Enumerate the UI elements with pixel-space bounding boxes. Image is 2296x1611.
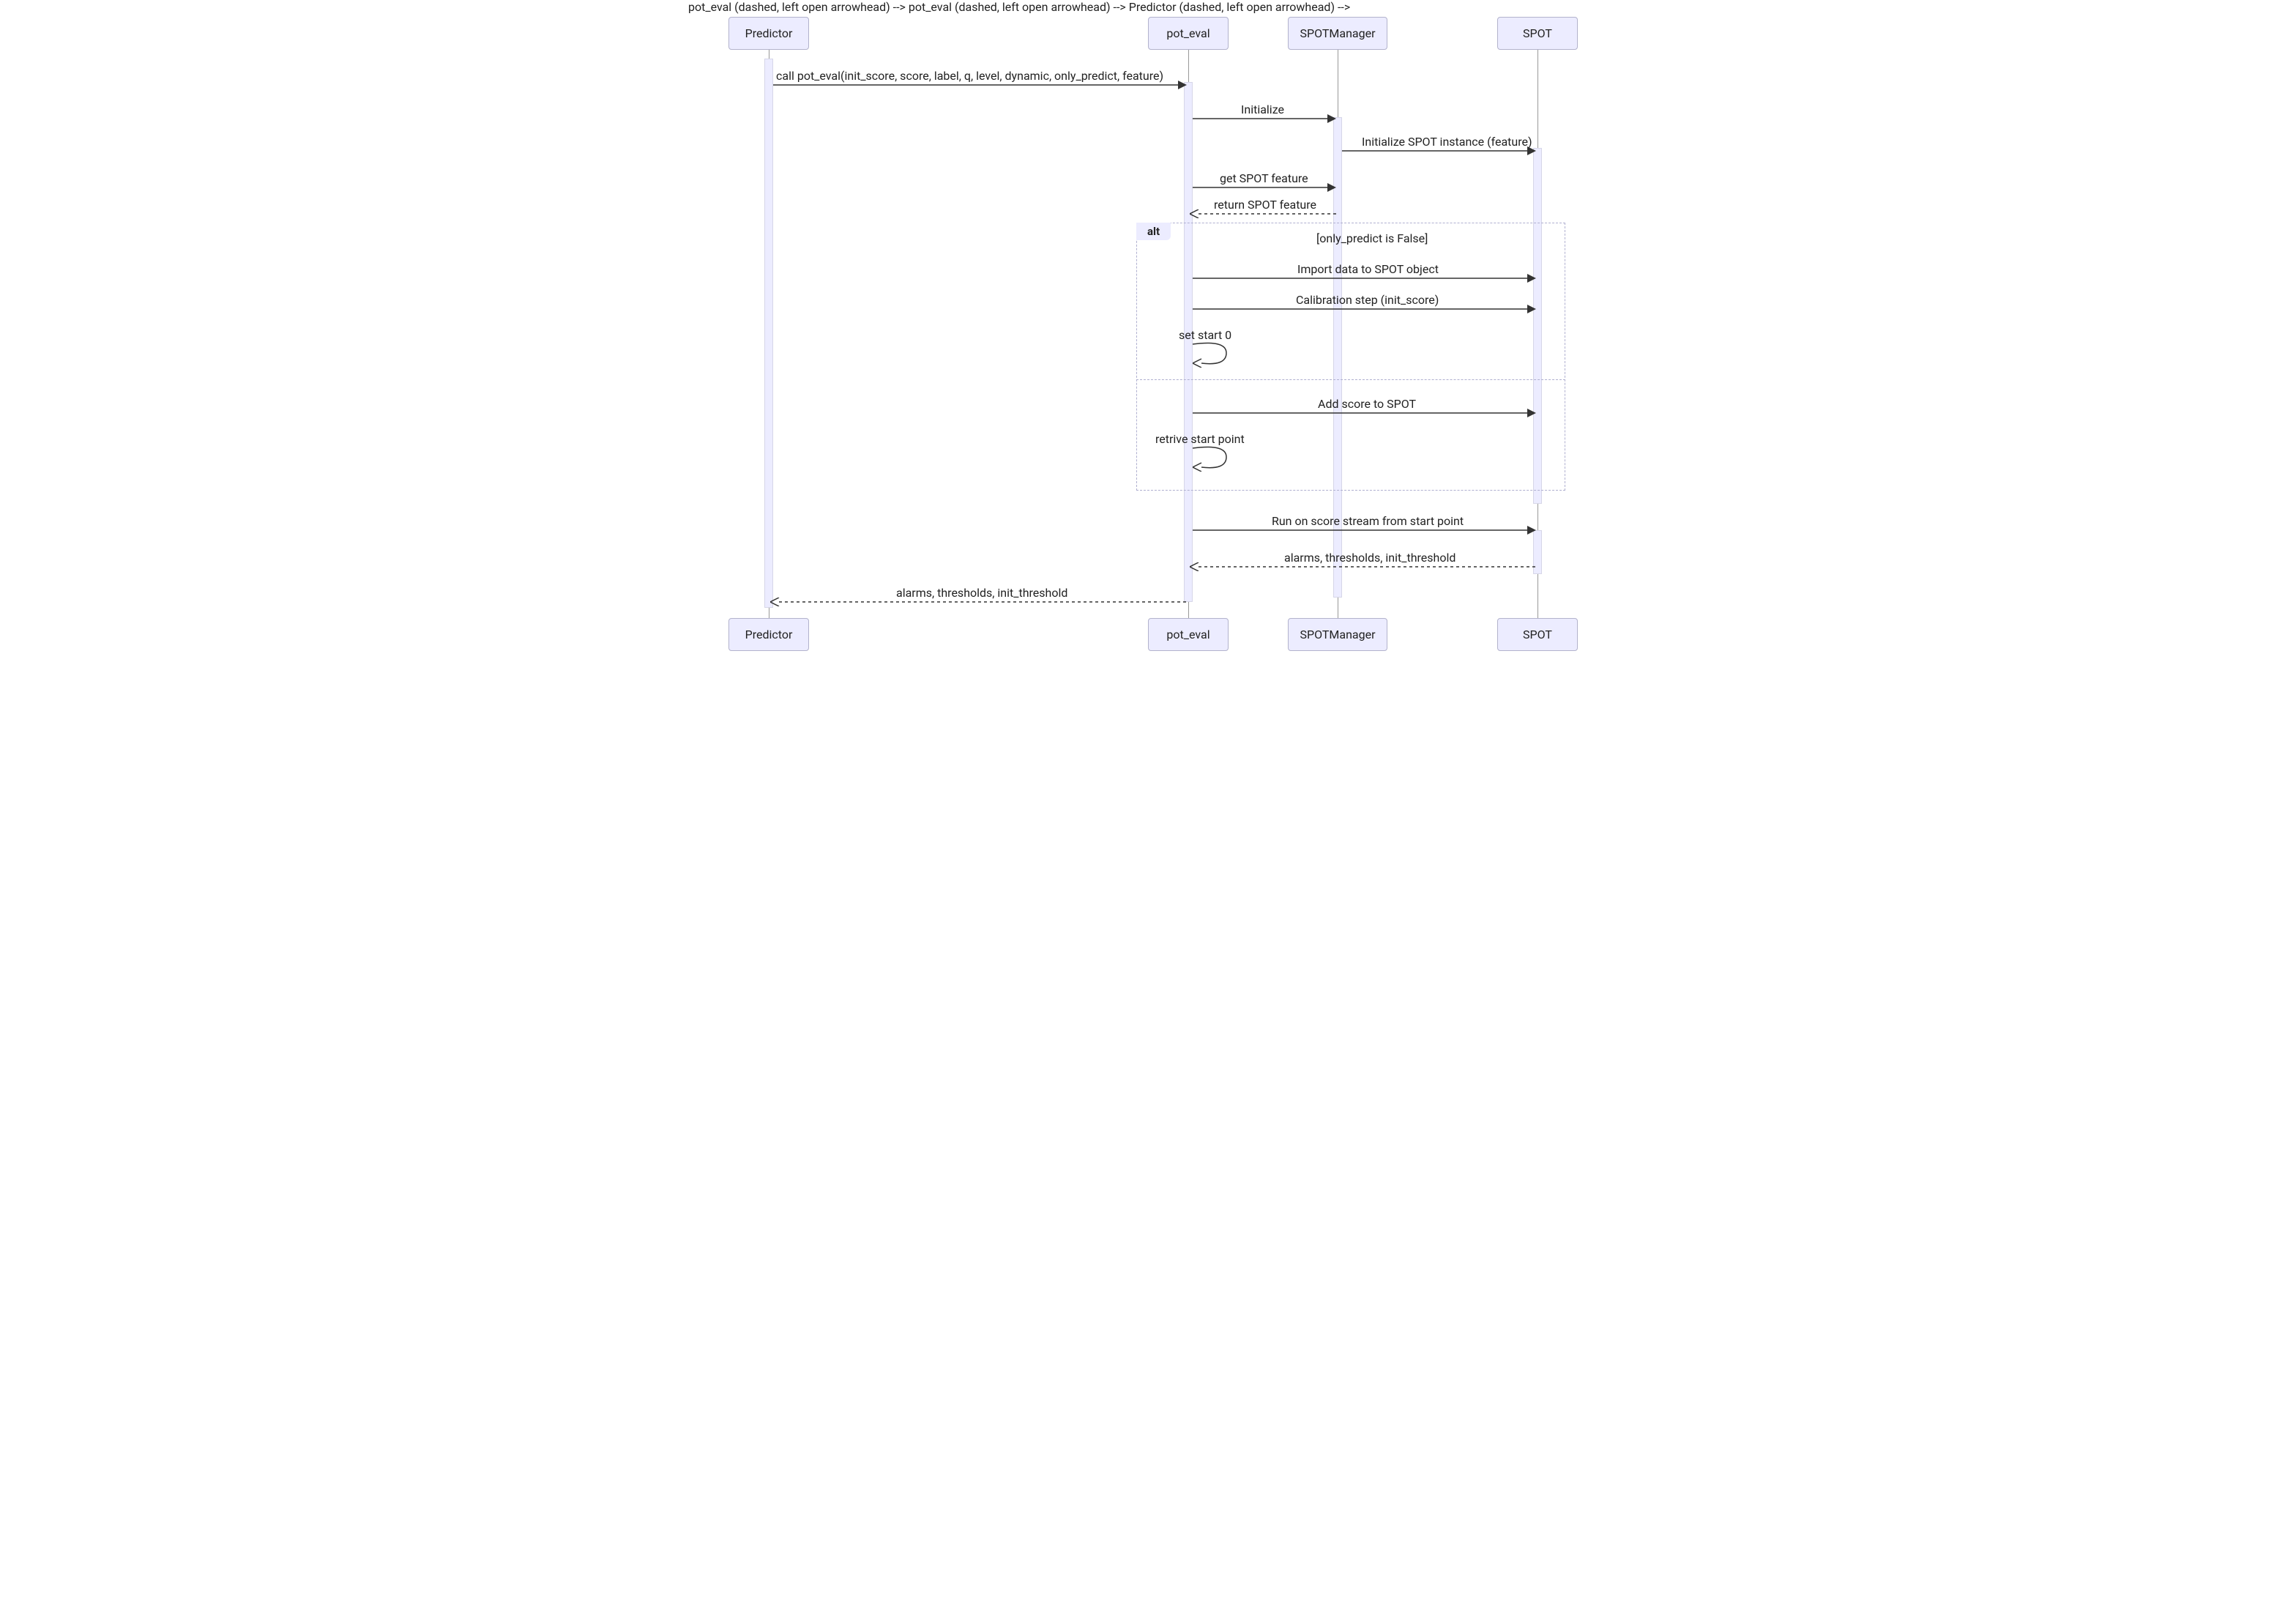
msg-call-pot-eval: call pot_eval(init_score, score, label, … [776,69,1163,83]
msg-set-start-0: set start 0 [1179,328,1231,342]
msg-initialize: Initialize [1241,103,1284,116]
participant-label: pot_eval [1166,628,1210,641]
self-loop-m10 [1193,445,1237,472]
alt-divider [1136,379,1565,380]
msg-retrieve-start: retrive start point [1155,432,1245,446]
msg-return-alarms-2: alarms, thresholds, init_threshold [896,586,1067,600]
msg-init-spot-instance: Initialize SPOT instance (feature) [1362,135,1532,149]
participant-label: SPOT [1523,26,1552,40]
participant-spotmanager-bottom: SPOTManager [1288,618,1387,651]
msg-calibration: Calibration step (init_score) [1296,293,1439,307]
alt-keyword: alt [1147,225,1160,238]
sequence-diagram: Predictor pot_eval SPOTManager SPOT Pred… [688,0,1608,674]
participant-pot-eval-bottom: pot_eval [1148,618,1229,651]
msg-return-alarms-1: alarms, thresholds, init_threshold [1284,551,1456,565]
participant-spot-bottom: SPOT [1497,618,1578,651]
participant-label: pot_eval [1166,26,1210,40]
activation-predictor [764,59,773,608]
participant-predictor-top: Predictor [728,17,809,50]
alt-condition: [only_predict is False] [1316,231,1428,245]
participant-spotmanager-top: SPOTManager [1288,17,1387,50]
participant-label: SPOTManager [1300,628,1375,641]
alt-label: alt [1136,223,1171,240]
participant-spot-top: SPOT [1497,17,1578,50]
msg-get-spot-feature: get SPOT feature [1220,171,1308,185]
participant-predictor-bottom: Predictor [728,618,809,651]
participant-label: Predictor [745,26,793,40]
msg-return-spot-feature: return SPOT feature [1214,198,1316,212]
msg-run-on-stream: Run on score stream from start point [1272,514,1464,528]
participant-label: SPOT [1523,628,1552,641]
participant-label: Predictor [745,628,793,641]
msg-add-score: Add score to SPOT [1318,397,1416,411]
participant-label: SPOTManager [1300,26,1375,40]
self-loop-m8 [1193,341,1237,368]
msg-import-data: Import data to SPOT object [1297,262,1439,276]
participant-pot-eval-top: pot_eval [1148,17,1229,50]
